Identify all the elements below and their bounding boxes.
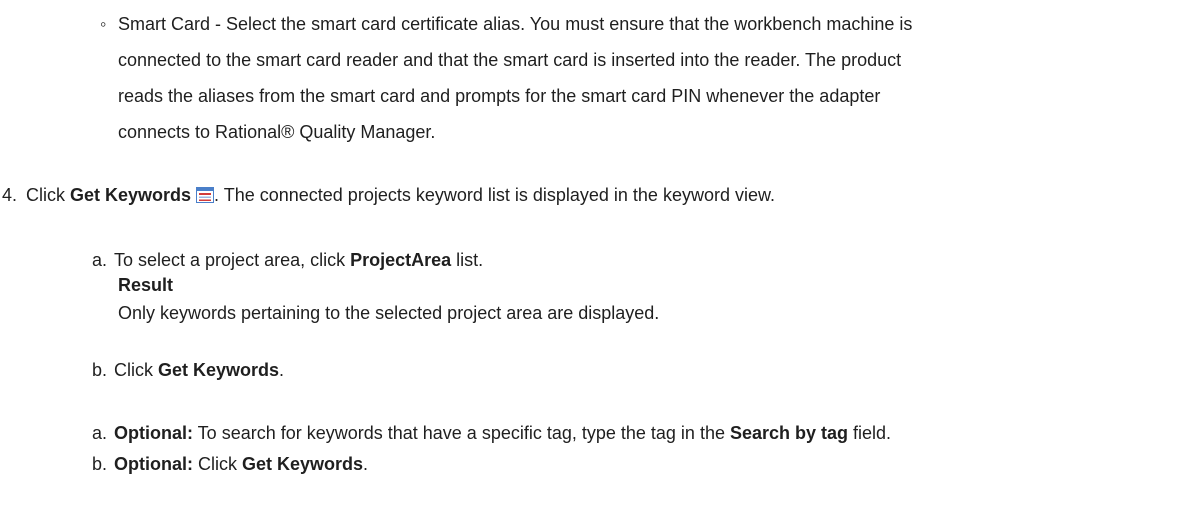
- keyword-view-icon: [196, 183, 215, 203]
- step-4-prefix: Click: [26, 185, 70, 205]
- project-area-label: ProjectArea: [350, 250, 452, 270]
- substep-letter: b.: [92, 360, 108, 380]
- step-number: 4.: [2, 185, 18, 205]
- step-4: 4. Click Get Keywords . The connected pro…: [2, 181, 775, 209]
- substep-a-search-by-tag: a. Optional: To search for keywords that …: [92, 420, 891, 446]
- substep-letter: a.: [92, 250, 108, 270]
- substep-text-end: list.: [451, 250, 484, 270]
- list-bullet: ◦: [100, 14, 107, 34]
- result-text: Only keywords pertaining to the selected…: [118, 303, 660, 323]
- result-heading-text: Result: [118, 275, 174, 295]
- search-by-tag-label: Search by tag: [729, 423, 849, 443]
- smart-card-line-4: connects to Rational® Quality Manager.: [118, 122, 436, 142]
- smart-card-line-3: reads the aliases from the smart card an…: [118, 86, 881, 106]
- get-keywords-label: Get Keywords: [158, 360, 280, 380]
- get-keywords-label: Get Keywords: [70, 185, 192, 205]
- optional-label: Optional:: [114, 454, 193, 474]
- result-heading: Result: [118, 272, 173, 298]
- substep-text-end: field.: [848, 423, 892, 443]
- smart-card-line-1: Smart Card - Select the smart card certi…: [118, 14, 913, 34]
- optional-label: Optional:: [114, 423, 193, 443]
- substep-text: To select a project area, click: [114, 250, 351, 270]
- substep-b-get-keywords: b. Click Get Keywords.: [92, 357, 284, 383]
- substep-text-end: .: [279, 360, 285, 380]
- get-keywords-label: Get Keywords: [242, 454, 364, 474]
- substep-letter: b.: [92, 454, 108, 474]
- substep-a-project-area: a. To select a project area, click Projec…: [92, 247, 483, 273]
- substep-b-optional-get-keywords: b. Optional: Click Get Keywords.: [92, 451, 368, 477]
- substep-text: To search for keywords that have a speci…: [193, 423, 730, 443]
- substep-text-end: .: [363, 454, 369, 474]
- step-4-suffix: . The connected projects keyword list is…: [214, 185, 775, 205]
- substep-text: Click: [114, 360, 158, 380]
- smart-card-item: ◦ Smart Card - Select the smart card cer…: [100, 6, 1170, 150]
- substep-text: Click: [193, 454, 242, 474]
- substep-letter: a.: [92, 423, 108, 443]
- smart-card-line-2: connected to the smart card reader and t…: [118, 50, 902, 70]
